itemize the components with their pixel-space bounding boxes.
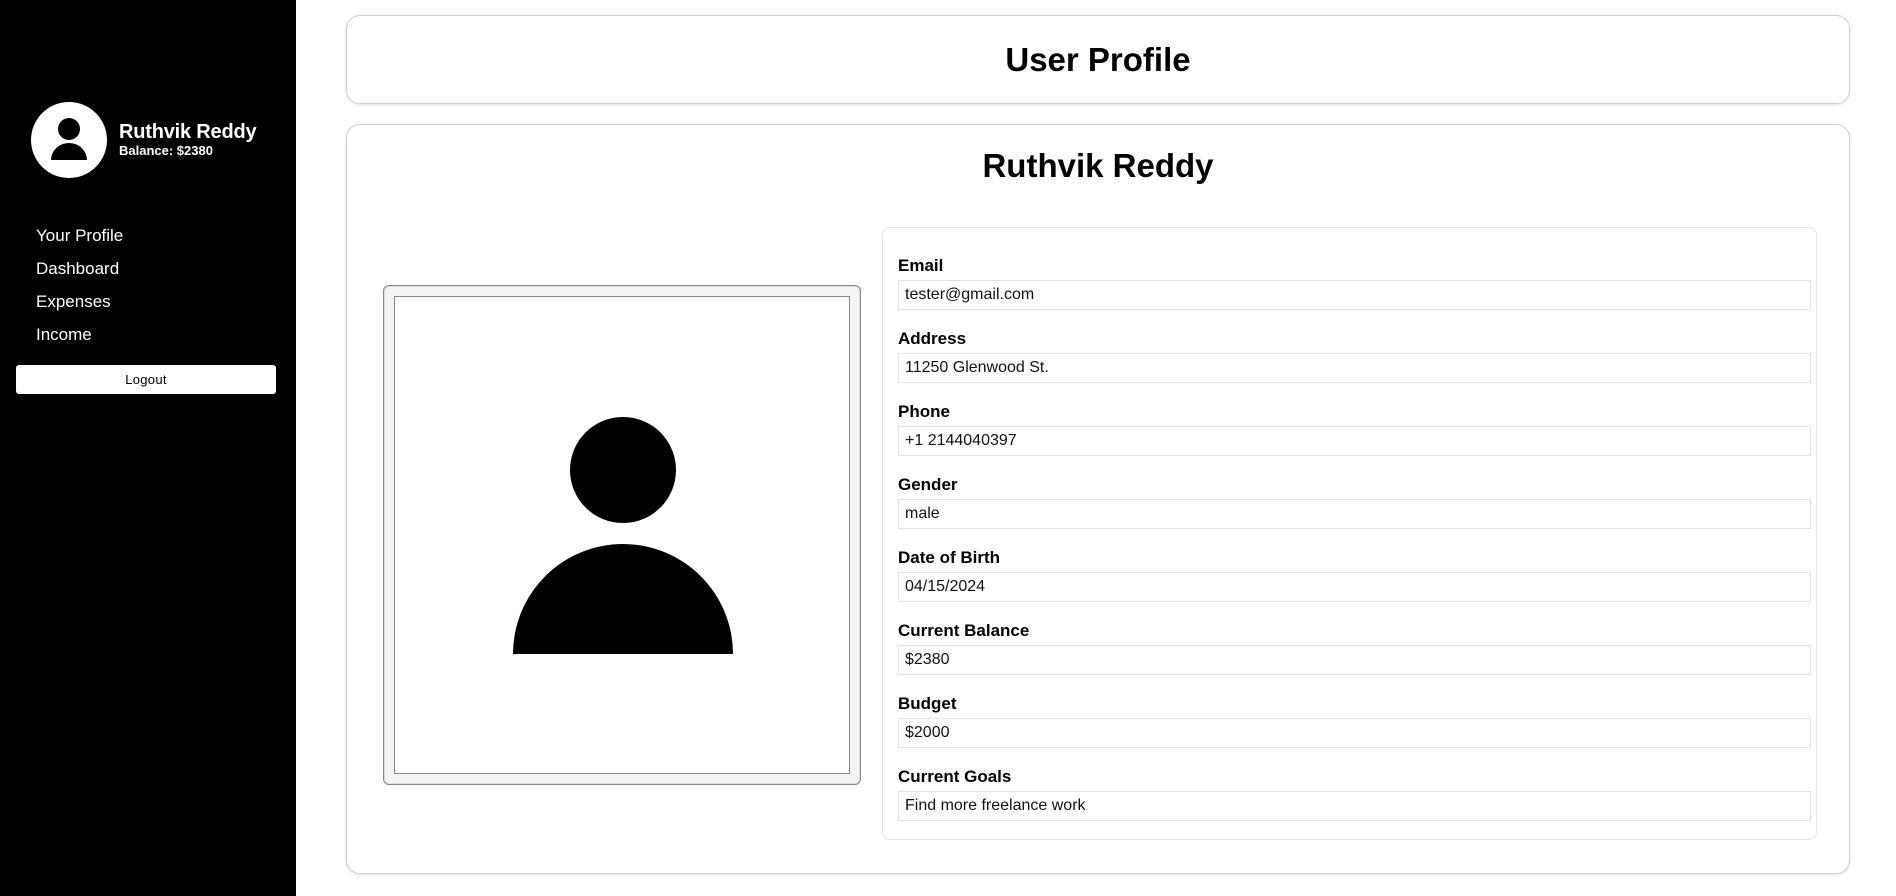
sidebar-nav: Your Profile Dashboard Expenses Income — [36, 219, 123, 351]
field-phone: Phone +1 2144040397 — [898, 402, 1811, 456]
user-silhouette-icon — [513, 417, 733, 654]
page-title: User Profile — [1005, 40, 1191, 78]
date-of-birth-field[interactable]: 04/15/2024 — [898, 572, 1811, 602]
field-gender: Gender male — [898, 475, 1811, 529]
nav-item-dashboard[interactable]: Dashboard — [36, 252, 123, 285]
field-budget: Budget $2000 — [898, 694, 1811, 748]
sidebar: Ruthvik Reddy Balance: $2380 Your Profil… — [0, 0, 296, 896]
nav-item-your-profile[interactable]: Your Profile — [36, 219, 123, 252]
sidebar-balance: Balance: $2380 — [119, 143, 213, 158]
current-goals-field[interactable]: Find more freelance work — [898, 791, 1811, 821]
profile-photo-frame — [383, 285, 861, 785]
user-avatar-icon — [31, 102, 107, 178]
field-current-goals: Current Goals Find more freelance work — [898, 767, 1811, 821]
field-date-of-birth: Date of Birth 04/15/2024 — [898, 548, 1811, 602]
sidebar-user-name: Ruthvik Reddy — [119, 121, 257, 143]
field-current-balance: Current Balance $2380 — [898, 621, 1811, 675]
field-label-phone: Phone — [898, 402, 950, 421]
field-label-date-of-birth: Date of Birth — [898, 548, 1000, 567]
address-field[interactable]: 11250 Glenwood St. — [898, 353, 1811, 383]
sidebar-user-block: Ruthvik Reddy Balance: $2380 — [31, 102, 257, 178]
email-field[interactable]: tester@gmail.com — [898, 280, 1811, 310]
phone-field[interactable]: +1 2144040397 — [898, 426, 1811, 456]
profile-photo — [394, 296, 850, 774]
field-label-current-goals: Current Goals — [898, 767, 1012, 786]
current-balance-field[interactable]: $2380 — [898, 645, 1811, 675]
field-email: Email tester@gmail.com — [898, 256, 1811, 310]
profile-details-panel: Email tester@gmail.com Address 11250 Gle… — [882, 227, 1817, 840]
field-label-budget: Budget — [898, 694, 957, 713]
sidebar-user-text: Ruthvik Reddy Balance: $2380 — [119, 121, 257, 159]
field-label-current-balance: Current Balance — [898, 621, 1030, 640]
logout-button[interactable]: Logout — [16, 365, 276, 394]
profile-name: Ruthvik Reddy — [982, 147, 1214, 184]
nav-item-expenses[interactable]: Expenses — [36, 285, 123, 318]
field-address: Address 11250 Glenwood St. — [898, 329, 1811, 383]
field-label-address: Address — [898, 329, 967, 348]
field-label-gender: Gender — [898, 475, 958, 494]
budget-field[interactable]: $2000 — [898, 718, 1811, 748]
profile-card: Ruthvik Reddy Email tester@gmail.com Add… — [346, 124, 1850, 874]
field-label-email: Email — [898, 256, 944, 275]
gender-field[interactable]: male — [898, 499, 1811, 529]
header-card: User Profile — [346, 15, 1850, 104]
nav-item-income[interactable]: Income — [36, 318, 123, 351]
